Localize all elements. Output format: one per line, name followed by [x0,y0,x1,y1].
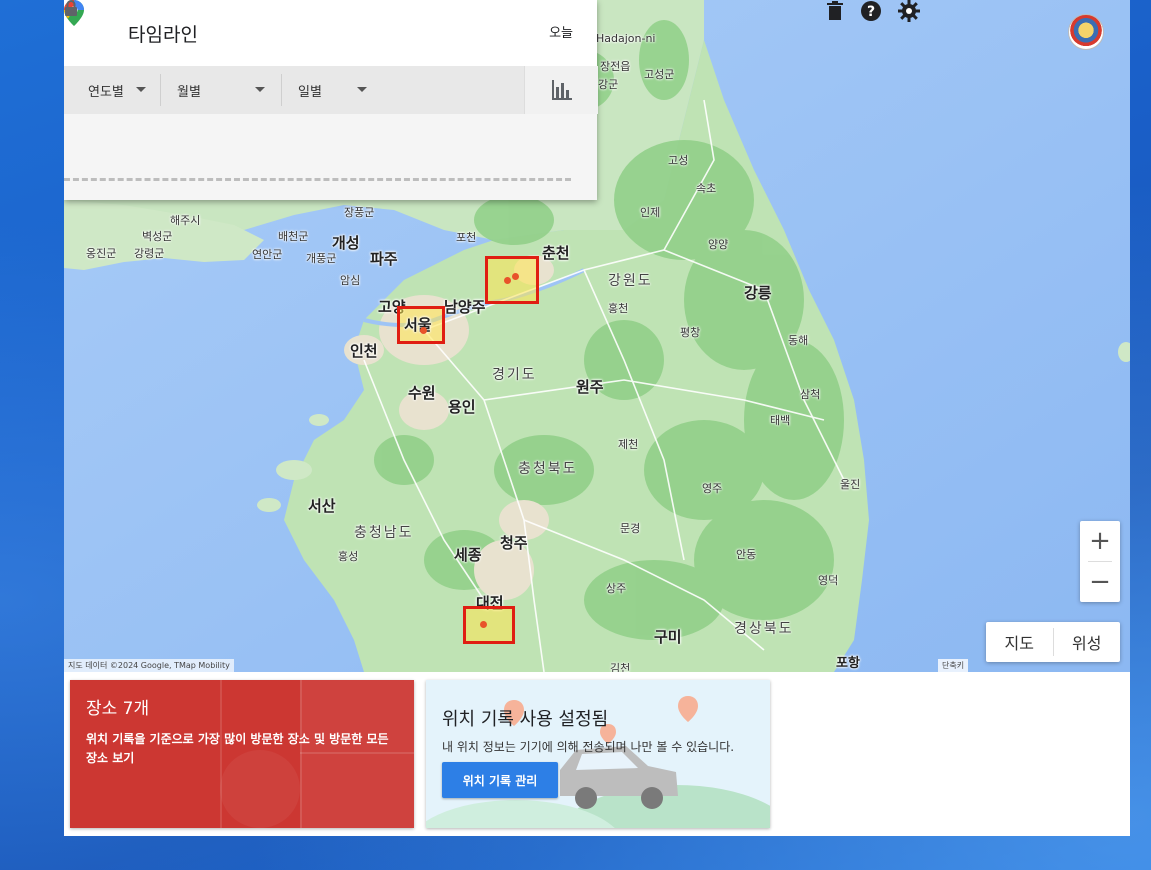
bottom-cards: 장소 7개 위치 기록을 기준으로 가장 많이 방문한 장소 및 방문한 모든 … [64,672,1130,836]
help-icon[interactable]: ? [860,0,882,22]
map-label-pyeongchang: 평창 [680,326,701,339]
map-label-sejong: 세종 [454,546,482,564]
visited-place-chuncheon[interactable] [485,256,539,304]
map-label-haeju: 해주시 [170,214,201,227]
map-label-seosan: 서산 [308,497,336,515]
map-label-gangnyeong: 강령군 [134,247,165,260]
zoom-in-button[interactable]: + [1080,521,1120,561]
timeline-filters: 연도별 월별 일별 [64,66,524,114]
map-label-yangyang: 양양 [708,238,729,251]
chevron-down-icon [255,87,265,92]
map-label-jecheon: 제천 [618,438,639,451]
map-label-chuncheon: 춘천 [542,244,570,262]
map-label-pocheon: 포천 [456,231,477,244]
map-label-paju: 파주 [370,250,398,268]
map-type-satellite-button[interactable]: 위성 [1054,622,1121,662]
map-label-yongin: 용인 [448,398,476,416]
timeline-title: 타임라인 [128,24,198,46]
map-label-yeongju: 영주 [702,482,723,495]
location-history-card: 위치 기록 사용 설정됨 내 위치 정보는 기기에 의해 전송되며 나만 볼 수… [426,680,770,828]
stats-chart-button[interactable] [524,66,598,114]
map-label-gyeonggido: 경기도 [492,367,537,383]
timeline-header: 타임라인 오늘 [64,0,597,66]
map-label-mungyeong: 문경 [620,522,641,535]
map-label-uljin: 울진 [840,478,861,491]
svg-text:?: ? [867,4,875,20]
map-label-gangneung: 강릉 [744,284,772,302]
places-card[interactable]: 장소 7개 위치 기록을 기준으로 가장 많이 방문한 장소 및 방문한 모든 … [70,680,414,828]
settings-gear-icon[interactable] [898,0,920,22]
map-label-sokcho: 속초 [696,182,717,195]
filter-month[interactable]: 월별 [177,66,277,114]
map-label-taebaek: 태백 [770,414,791,427]
visited-place-seoul[interactable]: 서울 [397,306,445,344]
lock-icon [65,0,77,16]
map-label-hongseong: 홍성 [338,550,359,563]
zoom-out-button[interactable]: − [1080,562,1120,602]
map-label-gangwondo: 강원도 [608,273,653,289]
filter-divider [281,74,282,106]
filter-day[interactable]: 일별 [298,66,378,114]
map-label-sangju: 상주 [606,582,627,595]
timeline-dashed-line [64,178,571,181]
location-history-description: 내 위치 정보는 기기에 의해 전송되며 나만 볼 수 있습니다. [442,740,735,754]
map-label-amsim: 암심 [340,274,361,287]
map-label-baecheon: 배천군 [278,230,309,243]
map-label-byeokseong: 벽성군 [142,230,173,243]
map-label-gangwon-top: 강군 [598,78,619,91]
map-label-yeonan: 연안군 [252,248,283,261]
map-type-toggle: 지도 위성 [986,622,1120,662]
map-label-chungnam: 충청남도 [354,525,414,541]
map-label-ongjin: 옹진군 [86,247,117,260]
visited-place-daejeon[interactable] [463,606,515,644]
map-label-suwon: 수원 [408,384,436,402]
keyboard-shortcuts-link[interactable]: 단축키 [938,659,969,672]
map-attribution: 지도 데이터 ©2024 Google, TMap Mobility [64,659,234,672]
map-label-seoul: 서울 [404,316,432,334]
map-label-hadajon: Hadajon-ni [596,32,656,45]
location-history-title: 위치 기록 사용 설정됨 [442,709,609,730]
map-label-cheongju: 청주 [500,534,528,552]
bar-chart-icon [552,80,572,100]
places-card-title: 장소 7개 [86,699,150,719]
timeline-body [64,114,597,200]
filter-year-label: 연도별 [88,84,124,100]
zoom-control: + − [1080,521,1120,602]
map-type-map-button[interactable]: 지도 [986,622,1053,662]
map-label-hongcheon: 홍천 [608,302,629,315]
map-label-chungbuk: 충청북도 [518,461,578,477]
manage-location-history-button[interactable]: 위치 기록 관리 [442,762,558,798]
map-label-donghae: 동해 [788,334,809,347]
maps-window: Hadajon-ni 장전읍 강군 고성군 고성 속초 인제 양양 해주시 벽성… [64,0,1130,836]
map-label-namyangju: 남양주 [444,298,486,316]
filter-day-label: 일별 [298,84,322,100]
map-label-incheon: 인천 [350,342,378,360]
trash-icon[interactable] [824,0,846,22]
chevron-down-icon [136,87,146,92]
filter-month-label: 월별 [177,84,201,100]
map-label-pohang: 포항 [836,656,860,671]
today-button[interactable]: 오늘 [549,22,573,41]
map-label-wonju: 원주 [576,378,604,396]
places-card-description: 위치 기록을 기준으로 가장 많이 방문한 장소 및 방문한 모든 장소 보기 [86,732,389,765]
map-label-jangpung: 장풍군 [344,206,375,219]
map-label-andong: 안동 [736,548,757,561]
filter-divider [160,74,161,106]
map-label-samcheok: 삼척 [800,388,821,401]
map-label-gimcheon: 김천 [610,662,631,672]
map-label-jangjeon: 장전읍 [600,60,631,73]
map-label-goseong: 고성 [668,154,689,167]
map-label-yeongdeok: 영덕 [818,574,839,587]
filter-year[interactable]: 연도별 [88,66,160,114]
map-label-gyeongbuk: 경상북도 [734,621,794,637]
timeline-panel: 타임라인 오늘 연도별 월별 일별 [64,0,598,200]
map-canvas[interactable]: Hadajon-ni 장전읍 강군 고성군 고성 속초 인제 양양 해주시 벽성… [64,0,1130,672]
chevron-down-icon [357,87,367,92]
map-label-gumi: 구미 [654,628,682,646]
account-avatar[interactable] [1068,14,1104,50]
map-label-goseong-top: 고성군 [644,68,675,81]
map-label-gaepung: 개풍군 [306,252,337,265]
map-label-inje: 인제 [640,206,661,219]
